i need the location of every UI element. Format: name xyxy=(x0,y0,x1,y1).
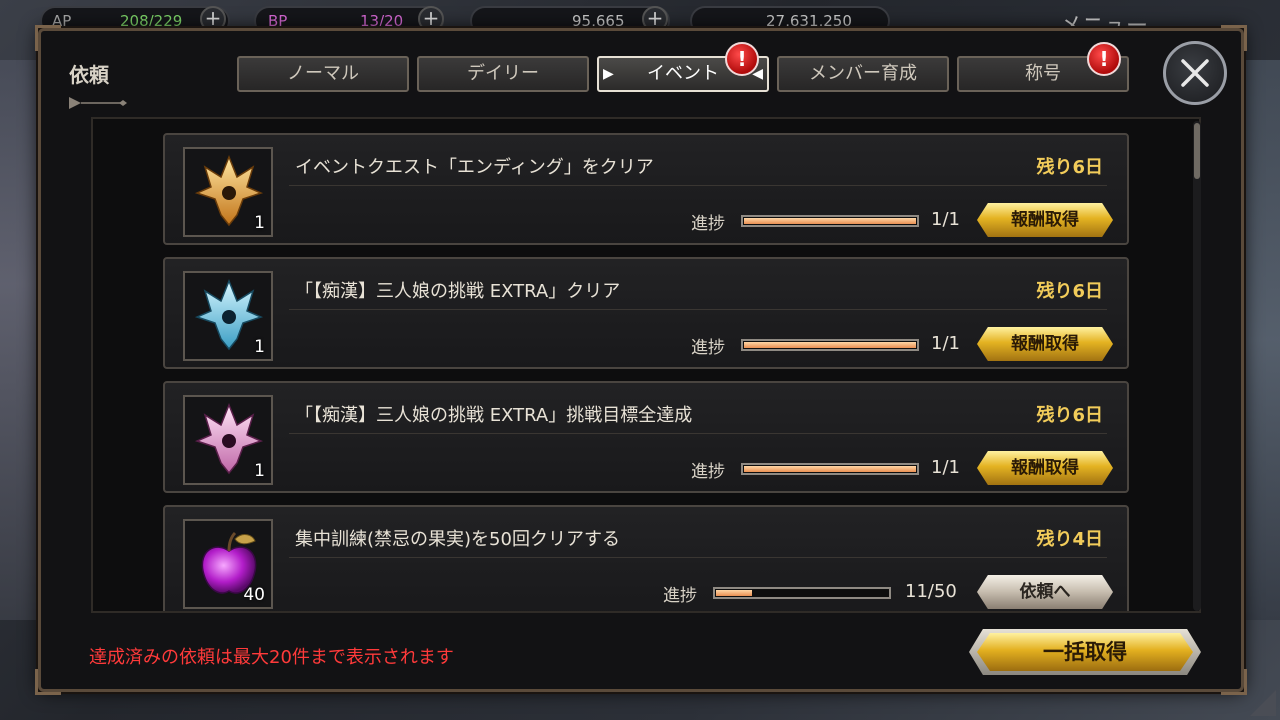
progress-value: 11/50 xyxy=(905,581,957,602)
footer-note: 達成済みの依頼は最大20件まで表示されます xyxy=(89,647,454,668)
quest-item: 1 「【痴漢】三人娘の挑戦 EXTRA」挑戦目標全達成 残り6日 進捗 1/1 … xyxy=(163,381,1129,493)
claim-reward-button[interactable]: 報酬取得 xyxy=(977,203,1113,237)
go-to-request-button[interactable]: 依頼へ xyxy=(977,575,1113,609)
request-dialog: 依頼 ノーマル デイリー ▶ イベント ◀ メンバー育成 称号 ! ! 1 イベ… xyxy=(35,25,1247,695)
chevron-right-icon: ▶ xyxy=(603,66,614,82)
reward-count: 1 xyxy=(254,213,265,233)
alert-badge-icon: ! xyxy=(725,42,759,76)
quest-remaining: 残り6日 xyxy=(1036,405,1103,426)
close-button[interactable] xyxy=(1163,41,1227,105)
scroll-thumb[interactable] xyxy=(1194,123,1200,179)
scrollbar[interactable] xyxy=(1193,121,1201,611)
bulk-claim-label: 一括取得 xyxy=(977,633,1193,671)
divider xyxy=(289,433,1107,434)
tab-label: 称号 xyxy=(1025,63,1061,84)
divider xyxy=(289,309,1107,310)
reward-count: 1 xyxy=(254,461,265,481)
frame-corner xyxy=(35,669,61,695)
progress-label: 進捗 xyxy=(691,214,725,234)
divider xyxy=(289,557,1107,558)
progress-bar xyxy=(741,215,919,227)
progress-fill xyxy=(744,218,916,224)
quest-item: 40 集中訓練(禁忌の果実)を50回クリアする 残り4日 進捗 11/50 依頼… xyxy=(163,505,1129,611)
tab-label: メンバー育成 xyxy=(809,63,917,84)
progress-value: 1/1 xyxy=(931,457,960,478)
quest-title: 「【痴漢】三人娘の挑戦 EXTRA」挑戦目標全達成 xyxy=(295,405,693,426)
bulk-claim-button[interactable]: 一括取得 xyxy=(969,629,1201,675)
quest-reward-icon: 1 xyxy=(183,271,273,361)
quest-title: 「【痴漢】三人娘の挑戦 EXTRA」クリア xyxy=(295,281,621,302)
progress-label: 進捗 xyxy=(691,338,725,358)
reward-count: 1 xyxy=(254,337,265,357)
progress-bar xyxy=(741,339,919,351)
tab-normal[interactable]: ノーマル xyxy=(237,56,409,92)
tab-member-training[interactable]: メンバー育成 xyxy=(777,56,949,92)
tab-label: イベント xyxy=(647,63,719,84)
progress-fill xyxy=(744,466,916,472)
progress-bar xyxy=(741,463,919,475)
quest-title: イベントクエスト「エンディング」をクリア xyxy=(295,157,654,178)
quest-remaining: 残り6日 xyxy=(1036,281,1103,302)
claim-reward-button[interactable]: 報酬取得 xyxy=(977,327,1113,361)
progress-fill xyxy=(716,590,753,596)
tab-daily[interactable]: デイリー xyxy=(417,56,589,92)
frame-corner xyxy=(1221,669,1247,695)
alert-badge-icon: ! xyxy=(1087,42,1121,76)
progress-value: 1/1 xyxy=(931,209,960,230)
tab-label: デイリー xyxy=(467,63,539,84)
quest-title: 集中訓練(禁忌の果実)を50回クリアする xyxy=(295,529,620,550)
progress-value: 1/1 xyxy=(931,333,960,354)
quest-reward-icon: 40 xyxy=(183,519,273,609)
title-ornament-icon xyxy=(69,97,127,109)
quest-item: 1 イベントクエスト「エンディング」をクリア 残り6日 進捗 1/1 報酬取得 xyxy=(163,133,1129,245)
quest-item: 1 「【痴漢】三人娘の挑戦 EXTRA」クリア 残り6日 進捗 1/1 報酬取得 xyxy=(163,257,1129,369)
resize-corner-icon xyxy=(1250,690,1276,716)
progress-bar xyxy=(713,587,891,599)
progress-label: 進捗 xyxy=(691,462,725,482)
close-icon xyxy=(1181,59,1209,87)
quest-reward-icon: 1 xyxy=(183,395,273,485)
quest-list[interactable]: 1 イベントクエスト「エンディング」をクリア 残り6日 進捗 1/1 報酬取得 … xyxy=(91,117,1201,613)
reward-count: 40 xyxy=(243,585,265,605)
progress-fill xyxy=(744,342,916,348)
tab-label: ノーマル xyxy=(287,63,359,84)
progress-label: 進捗 xyxy=(663,586,697,606)
quest-remaining: 残り4日 xyxy=(1036,529,1103,550)
claim-reward-button[interactable]: 報酬取得 xyxy=(977,451,1113,485)
frame-corner xyxy=(1221,25,1247,51)
quest-reward-icon: 1 xyxy=(183,147,273,237)
quest-remaining: 残り6日 xyxy=(1036,157,1103,178)
frame-corner xyxy=(35,25,61,51)
divider xyxy=(289,185,1107,186)
dialog-title: 依頼 xyxy=(69,63,109,87)
